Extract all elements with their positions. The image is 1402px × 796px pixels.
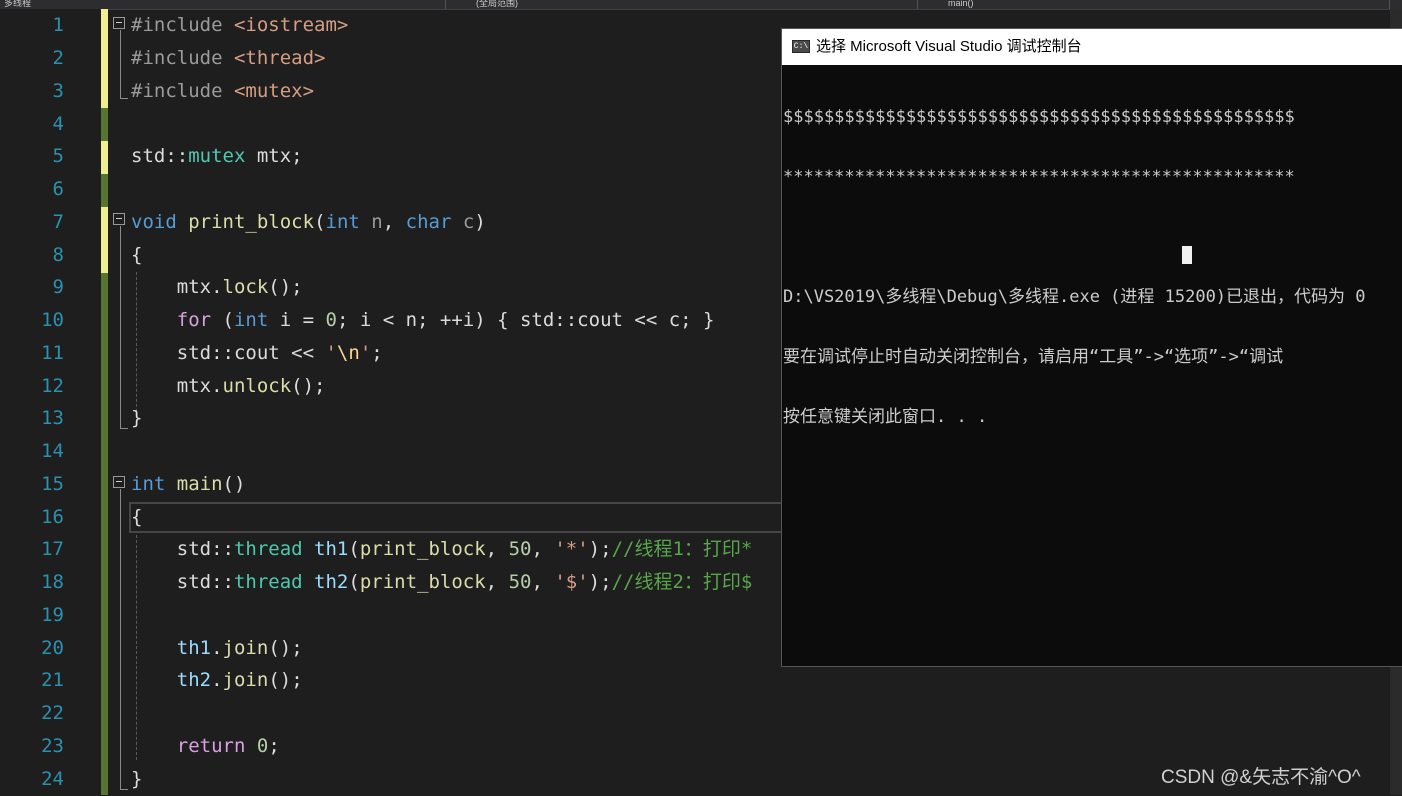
- line-number: 16: [41, 506, 64, 528]
- console-app-icon: C:\: [792, 40, 810, 53]
- collapse-toggle-icon[interactable]: [113, 476, 125, 488]
- code-line: for (int i = 0; i < n; ++i) { std::cout …: [176, 309, 715, 331]
- debug-console-window[interactable]: C:\ 选择 Microsoft Visual Studio 调试控制台 $$$…: [781, 28, 1402, 667]
- console-line: D:\VS2019\多线程\Debug\多线程.exe (进程 15200)已退…: [783, 287, 1366, 307]
- saved-change-marker: [101, 108, 108, 141]
- console-cursor: [1182, 246, 1192, 264]
- project-dropdown[interactable]: 多线程: [0, 0, 446, 9]
- code-line: mtx.lock();: [131, 276, 303, 298]
- code-line: std::cout << '\n';: [131, 342, 383, 364]
- line-number: 8: [52, 244, 64, 266]
- code-line: int main(): [131, 473, 246, 495]
- saved-change-marker: [101, 174, 108, 207]
- code-line: th1.join();: [176, 637, 303, 659]
- line-number: 15: [41, 473, 64, 495]
- line-number: 19: [41, 604, 64, 626]
- line-number: 20: [41, 637, 64, 659]
- code-line: #include <thread>: [131, 47, 326, 69]
- code-line: {: [131, 244, 143, 266]
- line-number: 9: [52, 276, 64, 298]
- console-line: $$$$$$$$$$$$$$$$$$$$$$$$$$$$$$$$$$$$$$$$…: [783, 107, 1295, 127]
- line-number: 5: [52, 145, 64, 167]
- code-line: std::mutex mtx;: [131, 145, 303, 167]
- member-dropdown[interactable]: main(): [922, 0, 1390, 9]
- line-number: 1: [52, 14, 64, 36]
- outline-guide: [120, 30, 121, 98]
- code-line: }: [131, 768, 143, 790]
- collapse-toggle-icon[interactable]: [113, 213, 125, 225]
- outline-guide: [120, 226, 121, 428]
- line-number: 18: [41, 571, 64, 593]
- outline-guide: [120, 789, 128, 790]
- unsaved-change-marker: [101, 141, 108, 174]
- console-title: 选择 Microsoft Visual Studio 调试控制台: [816, 38, 1082, 55]
- watermark: CSDN @&矢志不渝^O^: [1161, 767, 1361, 788]
- line-number: 22: [41, 702, 64, 724]
- line-number: 7: [52, 211, 64, 233]
- line-number: 10: [41, 309, 64, 331]
- line-number: 2: [52, 47, 64, 69]
- code-line: std::thread th2(print_block, 50, '$');//…: [131, 571, 753, 593]
- collapse-toggle-icon[interactable]: [113, 17, 125, 29]
- scope-dropdown[interactable]: (全局范围): [450, 0, 918, 9]
- line-number: 3: [52, 80, 64, 102]
- unsaved-change-marker: [101, 9, 108, 108]
- line-number: 23: [41, 735, 64, 757]
- console-line: 要在调试停止时自动关闭控制台，请启用“工具”->“选项”->“调试: [783, 347, 1284, 367]
- unsaved-change-marker: [101, 207, 108, 273]
- code-line: std::thread th1(print_block, 50, '*');//…: [131, 538, 753, 560]
- console-line: 按任意键关闭此窗口. . .: [783, 407, 988, 427]
- line-number: 17: [41, 538, 64, 560]
- outline-guide: [120, 428, 128, 429]
- code-line: void print_block(int n, char c): [131, 211, 486, 233]
- code-line: {: [131, 506, 143, 528]
- console-output: $$$$$$$$$$$$$$$$$$$$$$$$$$$$$$$$$$$$$$$$…: [782, 65, 1402, 467]
- code-line: return 0;: [176, 735, 280, 757]
- line-number: 6: [52, 178, 64, 200]
- line-number: 4: [52, 113, 64, 135]
- current-line-highlight: [129, 502, 789, 533]
- line-number: 13: [41, 407, 64, 429]
- code-line: #include <iostream>: [131, 14, 349, 36]
- line-number: 11: [41, 342, 64, 364]
- line-number: 21: [41, 669, 64, 691]
- line-number-gutter: 1 2 3 4 5 6 7 8 9 10 11 12 13 14 15 16 1…: [0, 9, 100, 795]
- line-number: 12: [41, 375, 64, 397]
- code-line: #include <mutex>: [131, 80, 315, 102]
- console-title-bar[interactable]: C:\ 选择 Microsoft Visual Studio 调试控制台: [782, 29, 1402, 65]
- saved-change-marker: [101, 273, 108, 795]
- outline-guide: [120, 489, 121, 789]
- line-number: 24: [41, 768, 64, 790]
- console-line: ****************************************…: [783, 167, 1295, 187]
- code-line: }: [131, 407, 143, 429]
- code-line: mtx.unlock();: [131, 375, 326, 397]
- line-number: 14: [41, 440, 64, 462]
- outline-guide: [120, 98, 128, 99]
- code-line: th2.join();: [176, 669, 303, 691]
